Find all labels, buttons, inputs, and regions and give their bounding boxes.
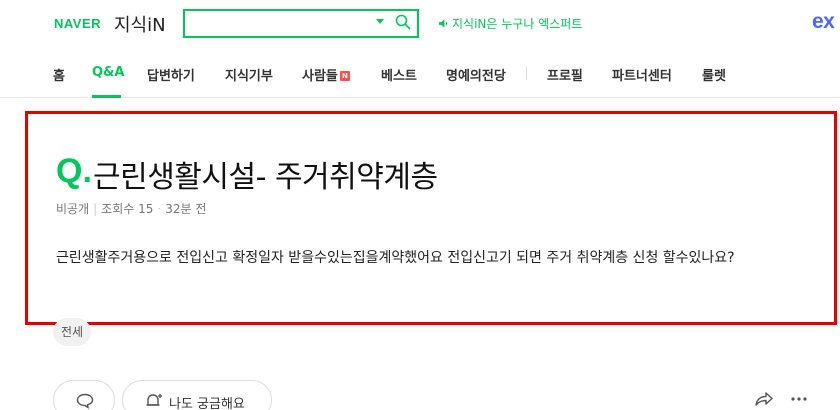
nav-item-people[interactable]: 사람들 N: [302, 65, 350, 84]
notice-text: 지식iN은 누구나 엑스퍼트: [452, 17, 583, 31]
new-badge: N: [339, 71, 350, 81]
speaker-icon: [438, 19, 448, 28]
comment-icon: [76, 393, 94, 409]
nav-item-roulette[interactable]: 룰렛: [702, 65, 726, 84]
chevron-down-icon[interactable]: [376, 19, 384, 24]
expert-logo[interactable]: ex: [812, 10, 835, 34]
wonder-label: 나도 궁금해요: [169, 397, 245, 410]
wonder-button[interactable]: 나도 궁금해요: [122, 380, 272, 410]
naver-logo[interactable]: NAVER: [54, 16, 101, 31]
main-nav: 홈 Q&A 답변하기 지식기부 사람들 N 베스트 명예의전당 프로필 파트너센터…: [0, 48, 840, 98]
nav-item-profile[interactable]: 프로필: [547, 65, 583, 84]
search-input[interactable]: [189, 13, 369, 34]
search-box: [183, 9, 419, 38]
question-time: 32분 전: [165, 202, 207, 216]
nav-divider: [526, 66, 527, 80]
more-icon[interactable]: [790, 391, 808, 407]
expert-notice-link[interactable]: 지식iN은 누구나 엑스퍼트: [438, 15, 582, 32]
active-tab-indicator: [92, 95, 121, 98]
question-author: 비공개: [56, 202, 90, 216]
nav-item-best[interactable]: 베스트: [381, 65, 417, 84]
question-title: 근린생활시설- 주거취약계층: [93, 160, 438, 195]
bell-plus-icon: [146, 394, 162, 406]
question-body: 근린생활주거용으로 전입신고 확정일자 받을수있는집을계약했어요 전입신고기 되…: [56, 250, 735, 266]
comment-button[interactable]: [53, 380, 115, 410]
nav-item-donate[interactable]: 지식기부: [225, 65, 273, 84]
question-views: 조회수 15: [101, 202, 154, 216]
nav-item-hall-of-fame[interactable]: 명예의전당: [446, 65, 506, 84]
nav-item-home[interactable]: 홈: [53, 65, 65, 84]
tag-chip[interactable]: 전세: [53, 318, 92, 346]
nav-item-partner-center[interactable]: 파트너센터: [612, 65, 672, 84]
search-icon[interactable]: [395, 14, 411, 30]
nav-item-people-label: 사람들: [302, 69, 338, 84]
share-icon[interactable]: [754, 391, 774, 407]
nav-item-answer[interactable]: 답변하기: [147, 65, 195, 84]
meta-separator: |: [93, 202, 98, 216]
question-meta: 비공개 | 조회수 15 · 32분 전: [56, 200, 206, 217]
question-highlight: Q. 근린생활시설- 주거취약계층 비공개 | 조회수 15 · 32분 전 근린생활주…: [25, 111, 837, 325]
question-mark-label: Q.: [56, 152, 92, 190]
nav-item-qna[interactable]: Q&A: [92, 65, 124, 80]
top-header: NAVER 지식iN 지식iN은 누구나 엑스퍼트 ex: [0, 0, 840, 48]
kin-logo[interactable]: 지식iN: [114, 11, 166, 37]
meta-separator: ·: [157, 202, 162, 216]
